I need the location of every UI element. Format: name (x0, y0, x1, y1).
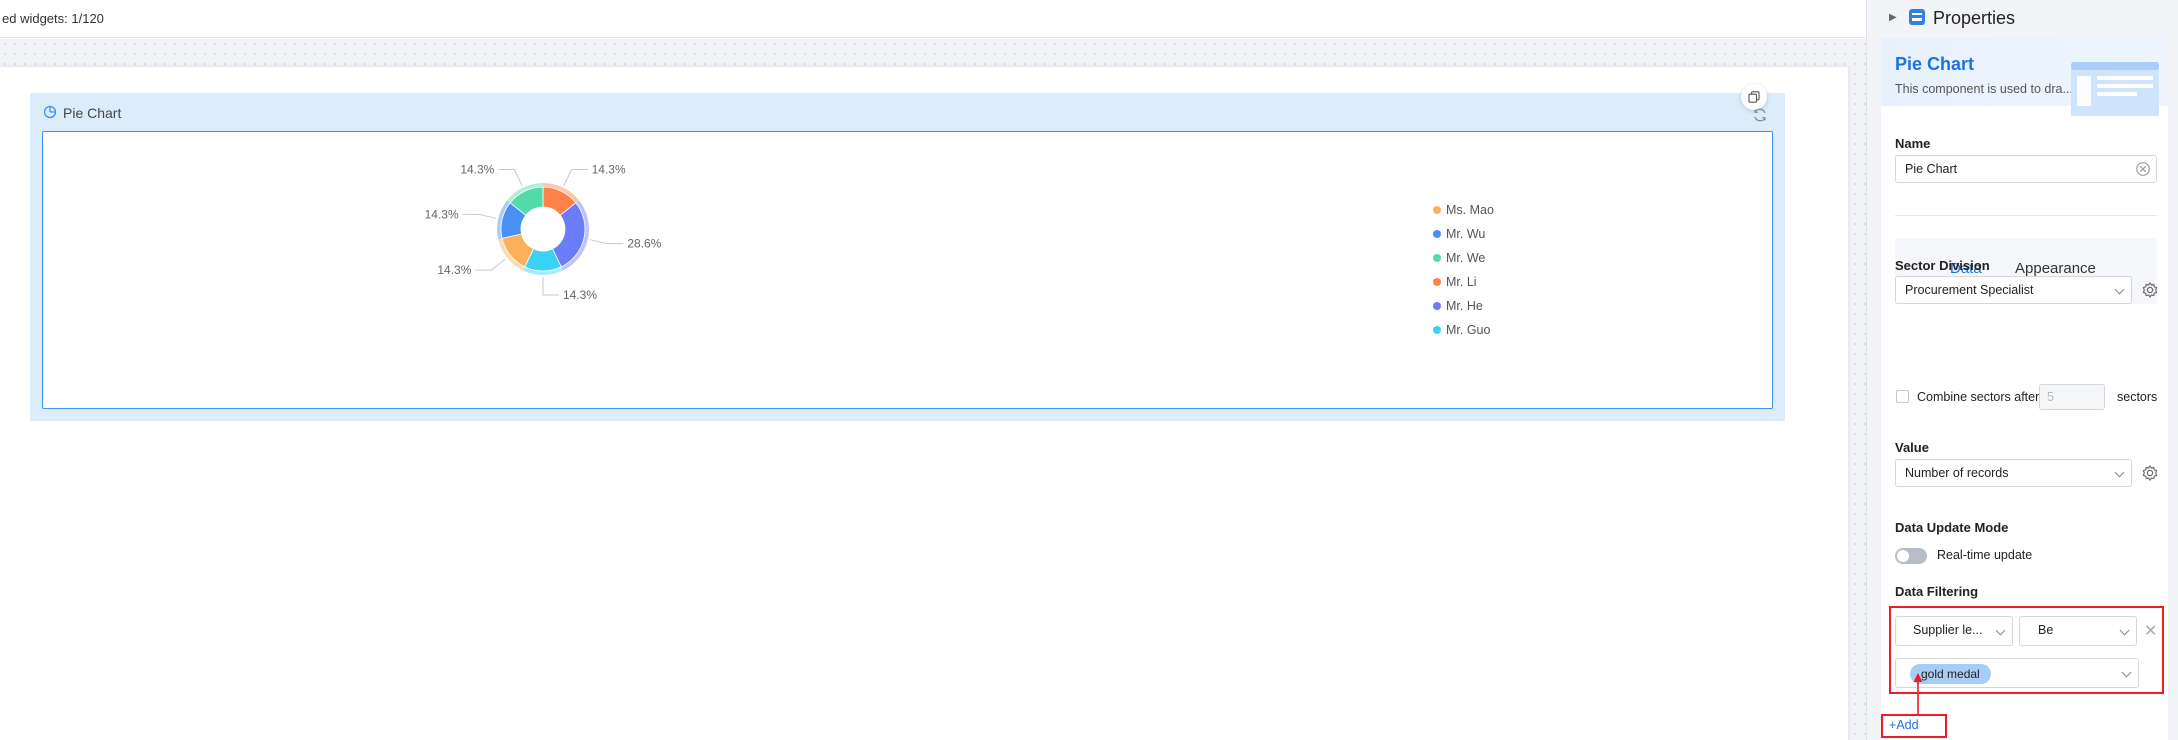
legend-item[interactable]: Mr. We (1433, 246, 1494, 270)
legend-color-dot (1433, 206, 1441, 214)
top-toolbar: ed widgets: 1/120 (0, 0, 1866, 38)
properties-panel: ▶ Properties Pie Chart This component is… (1866, 0, 2178, 740)
pie-label: 28.6% (627, 237, 661, 251)
legend-color-dot (1433, 230, 1441, 238)
legend-label: Ms. Mao (1446, 203, 1494, 217)
properties-icon (1909, 9, 1925, 25)
chevron-down-icon (2121, 667, 2132, 678)
label-leader-line (589, 239, 624, 245)
filter-field-value: Supplier le... (1913, 623, 1983, 637)
pie-label: 14.3% (437, 263, 471, 277)
tab-appearance[interactable]: Appearance (2015, 260, 2096, 277)
pie-label: 14.3% (425, 207, 459, 221)
chart-legend: Ms. Mao Mr. Wu Mr. We Mr. Li Mr. He Mr. Guo (1433, 198, 1494, 342)
widget-title: Pie Chart (63, 105, 122, 121)
label-leader-line (542, 277, 559, 296)
label-leader-line (563, 169, 588, 186)
label-leader-line (498, 169, 523, 186)
chart-area: 14.3% 28.6% 14.3% 14.3% 14.3% 14.3% Ms. Mao Mr… (42, 131, 1773, 409)
add-filter-button[interactable]: +Add (1889, 718, 1919, 732)
name-input-value: Pie Chart (1905, 162, 1958, 176)
sector-division-label: Sector Division (1895, 258, 1990, 273)
chevron-down-icon (2114, 284, 2125, 295)
value-select[interactable]: Number of records (1895, 459, 2132, 487)
component-description: This component is used to dra... (1895, 82, 2073, 96)
combine-sectors-label: Combine sectors after (1917, 390, 2040, 404)
combine-count-input[interactable]: 5 (2039, 384, 2105, 410)
component-name: Pie Chart (1895, 54, 1975, 74)
legend-color-dot (1433, 254, 1441, 262)
legend-color-dot (1433, 302, 1441, 310)
chevron-down-icon (1995, 625, 2006, 636)
update-mode-label: Data Update Mode (1895, 520, 2009, 535)
pie-label: 14.3% (592, 163, 626, 177)
pie-chart-widget[interactable]: Pie Chart 14.3% 28.6% 14.3% 14.3% 14.3% 14.3%… (30, 84, 1785, 421)
filter-operator-value: Be (2038, 623, 2054, 637)
legend-item[interactable]: Ms. Mao (1433, 198, 1494, 222)
filter-value-select[interactable]: gold medal (1895, 658, 2139, 688)
filter-field-select[interactable]: Supplier le... (1895, 616, 2013, 646)
realtime-update-toggle[interactable] (1895, 548, 1927, 564)
dashboard-page: Pie Chart 14.3% 28.6% 14.3% 14.3% 14.3% 14.3%… (0, 66, 1849, 740)
name-label: Name (1895, 136, 1931, 151)
legend-item[interactable]: Mr. Wu (1433, 222, 1494, 246)
panel-header: ▶ Properties (1867, 0, 2178, 36)
clear-icon[interactable] (2135, 161, 2151, 177)
legend-item[interactable]: Mr. Guo (1433, 318, 1494, 342)
realtime-update-label: Real-time update (1937, 548, 2033, 562)
panel-body: Pie Chart This component is used to dra.… (1881, 38, 2168, 740)
chevron-down-icon (2119, 625, 2130, 636)
data-filtering-label: Data Filtering (1895, 584, 1979, 599)
pie-chart: 14.3% 28.6% 14.3% 14.3% 14.3% 14.3% (425, 163, 662, 302)
refresh-icon[interactable] (1752, 107, 1768, 123)
widget-count-text: ed widgets: 1/120 (2, 11, 104, 26)
component-illustration-icon (2071, 62, 2159, 116)
legend-label: Mr. We (1446, 251, 1486, 265)
legend-label: Mr. He (1446, 299, 1483, 313)
legend-label: Mr. Li (1446, 275, 1477, 289)
legend-label: Mr. Wu (1446, 227, 1486, 241)
filter-value-tag[interactable]: gold medal (1910, 664, 1991, 684)
legend-label: Mr. Guo (1446, 323, 1491, 337)
component-info-card: Pie Chart This component is used to dra.… (1881, 38, 2168, 116)
combine-sectors-checkbox[interactable] (1896, 390, 1909, 403)
gear-icon[interactable] (2141, 281, 2159, 299)
legend-item[interactable]: Mr. He (1433, 294, 1494, 318)
combine-suffix-label: sectors (2117, 390, 2158, 404)
legend-color-dot (1433, 278, 1441, 286)
label-leader-line (462, 213, 497, 219)
chevron-down-icon (2114, 467, 2125, 478)
filter-operator-select[interactable]: Be (2019, 616, 2137, 646)
legend-item[interactable]: Mr. Li (1433, 270, 1494, 294)
value-select-value: Number of records (1905, 466, 2009, 480)
legend-color-dot (1433, 326, 1441, 334)
collapse-caret-icon[interactable]: ▶ (1889, 12, 1897, 23)
copy-icon (1748, 91, 1760, 103)
section-divider (1895, 215, 2157, 216)
sector-division-select[interactable]: Procurement Specialist (1895, 276, 2132, 304)
panel-title: Properties (1933, 8, 2016, 28)
pie-label: 14.3% (563, 288, 597, 302)
label-leader-line (475, 258, 506, 271)
design-canvas: Pie Chart 14.3% 28.6% 14.3% 14.3% 14.3% 14.3%… (0, 39, 1866, 740)
sector-division-value: Procurement Specialist (1905, 283, 2034, 297)
gear-icon[interactable] (2141, 464, 2159, 482)
add-filter-label: Add (1896, 718, 1919, 732)
value-label: Value (1895, 440, 1929, 455)
remove-filter-icon[interactable]: ✕ (2144, 621, 2157, 641)
pie-label: 14.3% (460, 163, 494, 177)
pie-chart-icon (43, 105, 57, 119)
name-input[interactable]: Pie Chart (1895, 155, 2157, 183)
